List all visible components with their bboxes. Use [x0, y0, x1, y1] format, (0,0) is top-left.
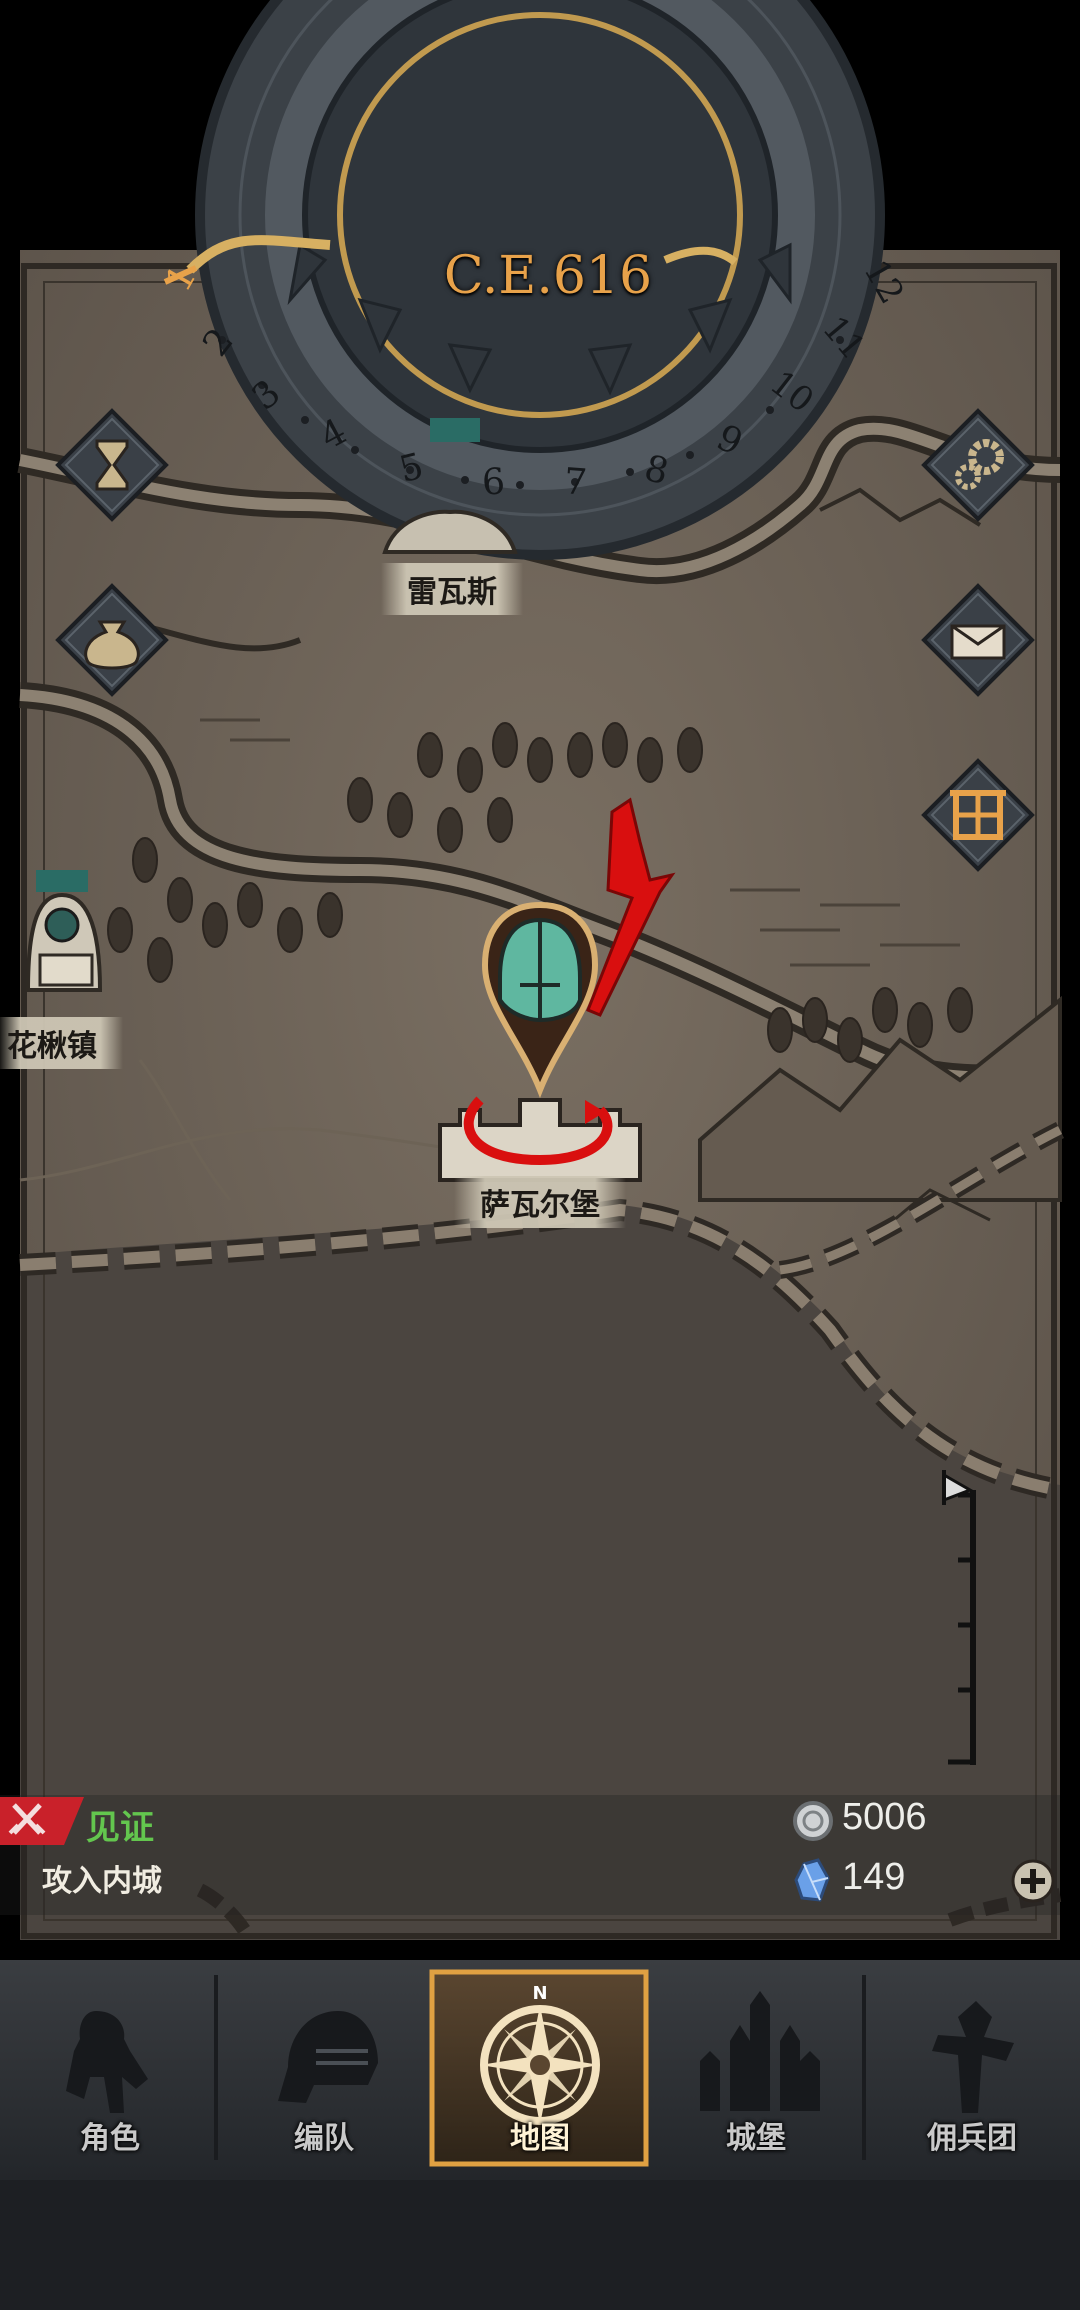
- hourglass-button[interactable]: [52, 405, 172, 525]
- settings-button[interactable]: [918, 405, 1038, 525]
- crossed-swords-icon: [0, 1797, 84, 1845]
- money-bag-icon: [55, 583, 169, 697]
- location-label-savar-fort[interactable]: 萨瓦尔堡: [454, 1176, 626, 1228]
- tab-formation-label: 编队: [294, 2121, 354, 2156]
- tab-character-label: 角色: [80, 2121, 140, 2156]
- tab-castle-label: 城堡: [726, 2121, 786, 2156]
- crystal-amount: 149: [842, 1856, 906, 1898]
- world-map[interactable]: [0, 0, 1080, 2310]
- castle-icon: [700, 1991, 820, 2111]
- quest-objective: 攻入内城: [42, 1864, 162, 1899]
- knight-icon: [66, 2011, 148, 2113]
- svg-text:N: N: [532, 1983, 547, 2004]
- mercenary-icon: [932, 2001, 1014, 2113]
- game-screen: C.E.616 1 2 3 4 5 6 7 8 9 10 11 12 雷瓦斯 花…: [0, 0, 1080, 2310]
- tab-formation[interactable]: 编队: [218, 1975, 430, 2165]
- helmet-icon: [278, 2011, 378, 2103]
- tab-map[interactable]: N 地图: [434, 1975, 646, 2165]
- compass-icon: N: [480, 1983, 600, 2125]
- quest-title: 见证: [86, 1808, 154, 1848]
- tab-mercenary[interactable]: 佣兵团: [866, 1975, 1078, 2165]
- scroll-button[interactable]: [918, 755, 1038, 875]
- gear-icon: [921, 408, 1035, 522]
- tab-mercenary-label: 佣兵团: [927, 2121, 1017, 2156]
- silver-amount: 5006: [842, 1796, 927, 1838]
- location-label-leivas[interactable]: 雷瓦斯: [381, 563, 523, 615]
- scroll-icon: [921, 758, 1035, 872]
- money-bag-button[interactable]: [52, 580, 172, 700]
- tab-map-label: 地图: [510, 2121, 570, 2156]
- location-label-rowan-town[interactable]: 花楸镇: [0, 1017, 123, 1069]
- era-year-label: C.E.616: [443, 246, 653, 306]
- tab-character[interactable]: 角色: [4, 1975, 216, 2165]
- silver-coin-icon: [793, 1801, 833, 1841]
- mail-icon: [921, 583, 1035, 697]
- crystal-icon: [794, 1858, 830, 1902]
- tab-castle[interactable]: 城堡: [650, 1975, 862, 2165]
- mail-button[interactable]: [918, 580, 1038, 700]
- hourglass-icon: [55, 408, 169, 522]
- month-7: 7: [562, 461, 589, 504]
- month-6: 6: [480, 461, 507, 504]
- add-crystal-button[interactable]: [1010, 1858, 1056, 1904]
